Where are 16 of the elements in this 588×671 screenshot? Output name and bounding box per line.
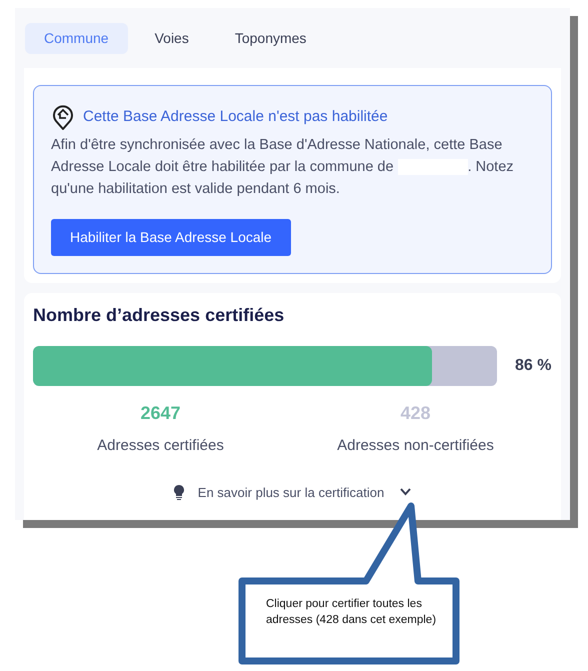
tab[interactable]: Voies bbox=[136, 22, 208, 54]
lightbulb-icon bbox=[174, 484, 184, 500]
chevron-icon bbox=[400, 488, 412, 496]
tab[interactable]: Toponymes bbox=[216, 22, 326, 54]
map-pin-icon bbox=[51, 103, 75, 131]
count-label: Adresses certifiées bbox=[97, 436, 224, 456]
alert-title: Cette Base Adresse Locale n'est pas habilitée bbox=[83, 106, 388, 127]
count-label: Adresses non-certifiées bbox=[337, 436, 494, 456]
percent-value: 86 % bbox=[515, 356, 552, 376]
learn-more-toggle[interactable]: En savoir plus sur la certification bbox=[174, 482, 412, 502]
count-value: 2647 bbox=[140, 402, 181, 425]
section-title: Nombre d’adresses certifiées bbox=[33, 304, 286, 327]
alert-message: Afin d'être synchronisée avec la Base d'Adresse Nationale, cette Base Adresse Locale doit être habilitée par la commune de . Notez qu'une habilitation est valide pendant 6 mois. bbox=[51, 136, 515, 199]
count-value: 428 bbox=[400, 402, 431, 425]
authorize-button[interactable]: Habiliter la Base Adresse Locale bbox=[51, 219, 291, 256]
callout-text: Cliquer pour certifier toutes les adresses (428 dans cet exemple) bbox=[266, 597, 438, 628]
